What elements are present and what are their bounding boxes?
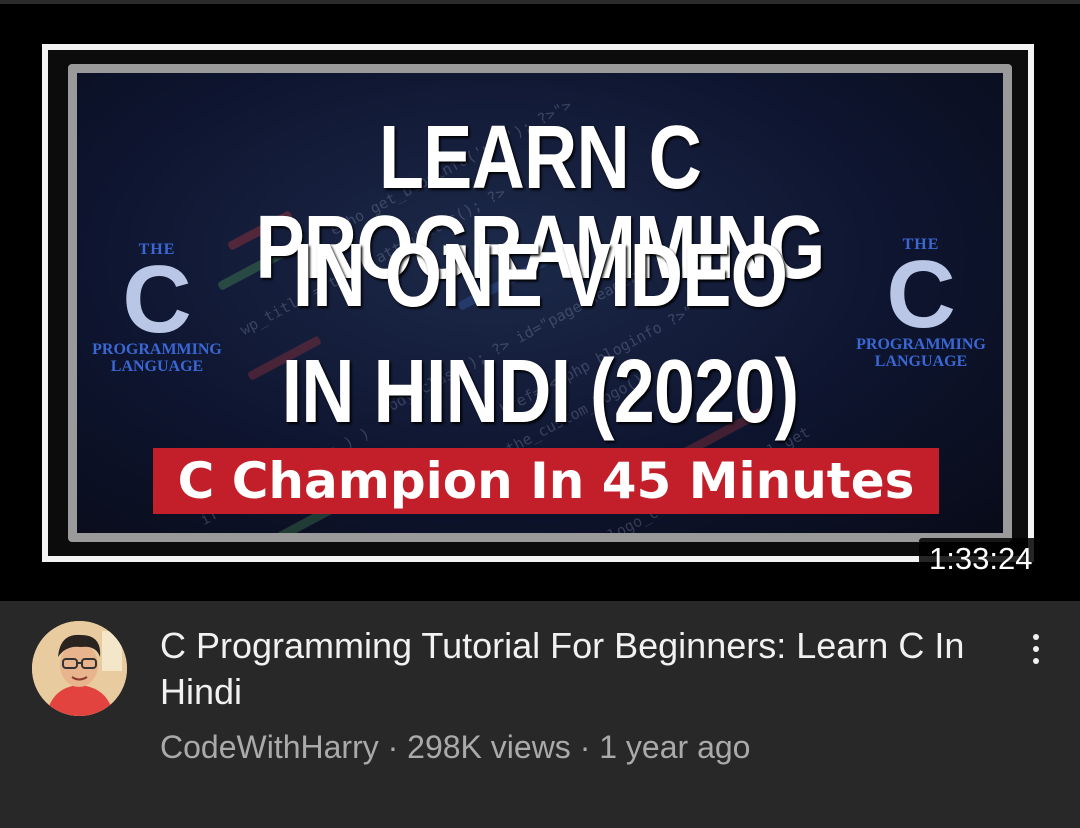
thumbnail-white-frame: echo get_bloginfo('url'); ?>"> wp_title … [42, 44, 1034, 562]
view-count: 298K views [407, 729, 571, 765]
thumbnail-inner-frame: echo get_bloginfo('url'); ?>"> wp_title … [68, 64, 1012, 542]
separator-dot: · [387, 729, 399, 765]
thumbnail-headline-line-2: IN ONE VIDEO [292, 226, 788, 326]
avatar-portrait-icon [32, 621, 127, 716]
separator-dot: · [579, 729, 591, 765]
channel-avatar[interactable] [32, 621, 127, 716]
thumbnail-headline-line-3: IN HINDI (2020) [281, 342, 800, 442]
thumbnail-red-banner: C Champion In 45 Minutes [153, 448, 939, 514]
video-subtitle-line: CodeWithHarry · 298K views · 1 year ago [160, 727, 750, 767]
video-thumbnail[interactable]: echo get_bloginfo('url'); ?>"> wp_title … [0, 0, 1080, 601]
video-duration-badge: 1:33:24 [919, 538, 1043, 580]
video-title[interactable]: C Programming Tutorial For Beginners: Le… [160, 623, 990, 715]
upload-age: 1 year ago [599, 729, 751, 765]
channel-name[interactable]: CodeWithHarry [160, 729, 379, 765]
top-divider [0, 0, 1080, 4]
more-vert-icon[interactable] [1016, 625, 1056, 673]
video-meta-row[interactable]: C Programming Tutorial For Beginners: Le… [0, 601, 1080, 828]
